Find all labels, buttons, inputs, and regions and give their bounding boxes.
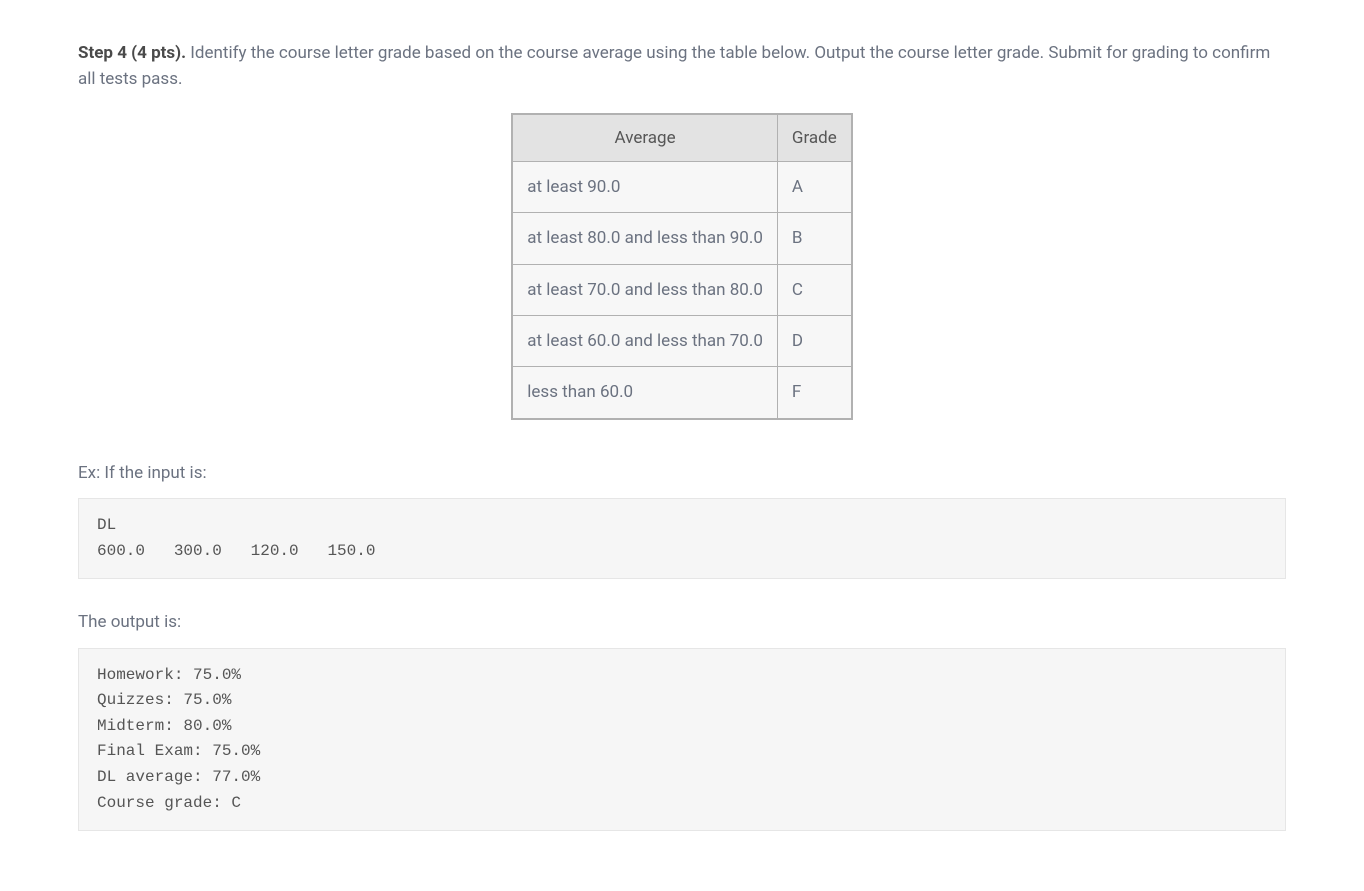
example-output-label: The output is: [78,609,1286,635]
table-header-row: Average Grade [512,114,851,162]
table-cell-grade: C [777,264,851,315]
table-cell-average: less than 60.0 [512,367,777,419]
table-row: at least 90.0 A [512,162,851,213]
table-row: at least 60.0 and less than 70.0 D [512,316,851,367]
table-row: at least 70.0 and less than 80.0 C [512,264,851,315]
table-header-average: Average [512,114,777,162]
table-cell-grade: D [777,316,851,367]
table-cell-average: at least 60.0 and less than 70.0 [512,316,777,367]
grade-table: Average Grade at least 90.0 A at least 8… [511,113,852,420]
table-cell-average: at least 90.0 [512,162,777,213]
table-cell-grade: A [777,162,851,213]
table-cell-grade: B [777,213,851,264]
table-row: less than 60.0 F [512,367,851,419]
example-input-label: Ex: If the input is: [78,460,1286,486]
example-output-code: Homework: 75.0% Quizzes: 75.0% Midterm: … [78,648,1286,832]
table-row: at least 80.0 and less than 90.0 B [512,213,851,264]
table-header-grade: Grade [777,114,851,162]
table-cell-average: at least 80.0 and less than 90.0 [512,213,777,264]
example-input-code: DL 600.0 300.0 120.0 150.0 [78,498,1286,579]
table-cell-average: at least 70.0 and less than 80.0 [512,264,777,315]
table-cell-grade: F [777,367,851,419]
step-description: Identify the course letter grade based o… [78,43,1270,89]
step-label-bold: Step 4 (4 pts). [78,43,186,63]
step-paragraph: Step 4 (4 pts). Identify the course lett… [78,40,1286,93]
